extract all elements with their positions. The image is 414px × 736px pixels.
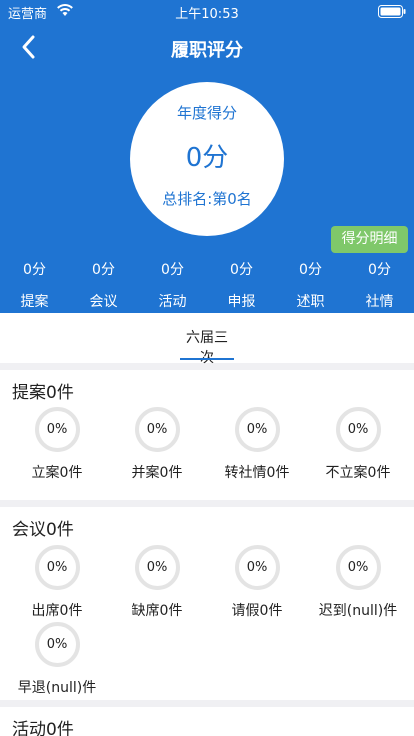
- stat-item[interactable]: 0% 转社情0件: [207, 407, 307, 482]
- percent-ring: 0%: [234, 545, 280, 590]
- percent-ring: 0%: [134, 545, 180, 590]
- category-name: 提案: [20, 294, 49, 310]
- category-score: 0分: [161, 262, 184, 278]
- score-detail-button[interactable]: 得分明细: [331, 226, 408, 253]
- category-name: 会议: [89, 294, 118, 310]
- status-bar: 运营商 上午10:53: [0, 0, 414, 22]
- battery-icon: [378, 5, 406, 18]
- percent-ring: 0%: [34, 545, 80, 590]
- section-proposals: 提案0件 0% 立案0件 0% 并案0件 0% 转社情0件 0% 不立案0件: [0, 370, 414, 500]
- category-name: 述职: [296, 294, 325, 310]
- stat-label: 出席0件: [31, 603, 83, 619]
- tab-active-indicator: [180, 358, 234, 360]
- clock: 上午10:53: [175, 7, 239, 22]
- percent-ring: 0%: [335, 407, 381, 452]
- stat-item[interactable]: 0% 立案0件: [7, 407, 107, 482]
- annual-score-label: 年度得分: [176, 104, 237, 122]
- category-name: 活动: [158, 294, 187, 310]
- category-score: 0分: [23, 262, 46, 278]
- category-score: 0分: [299, 262, 322, 278]
- percent-ring: 0%: [335, 545, 381, 590]
- tab-session[interactable]: 六届三次: [180, 327, 234, 367]
- stat-label: 不立案0件: [325, 465, 391, 481]
- category-score: 0分: [230, 262, 253, 278]
- stat-item[interactable]: 0% 不立案0件: [308, 407, 408, 482]
- percent-ring: 0%: [34, 622, 80, 667]
- category-score: 0分: [92, 262, 115, 278]
- category-name: 申报: [227, 294, 256, 310]
- category-activity[interactable]: 0分 活动: [138, 258, 207, 313]
- session-tab-bar: 六届三次: [0, 313, 414, 366]
- header: 运营商 上午10:53 履职评分 年度得分 0分 总排名:第0名 得分明细 0分…: [0, 0, 414, 313]
- section-title: 提案0件: [12, 383, 74, 403]
- annual-score-value: 0分: [185, 143, 229, 173]
- stat-label: 缺席0件: [131, 603, 183, 619]
- percent-ring: 0%: [134, 407, 180, 452]
- percent-ring: 0%: [34, 407, 80, 452]
- nav-bar: 履职评分: [0, 28, 414, 68]
- category-declaration[interactable]: 0分 申报: [207, 258, 276, 313]
- stat-label: 立案0件: [31, 465, 83, 481]
- category-social[interactable]: 0分 社情: [345, 258, 414, 313]
- stat-item[interactable]: 0% 请假0件: [207, 545, 307, 620]
- page-title: 履职评分: [171, 40, 243, 61]
- section-title: 会议0件: [12, 520, 74, 540]
- overall-rank: 总排名:第0名: [162, 190, 252, 208]
- annual-score-circle: 年度得分 0分 总排名:第0名: [130, 82, 284, 236]
- category-score: 0分: [368, 262, 391, 278]
- category-meeting[interactable]: 0分 会议: [69, 258, 138, 313]
- stat-item[interactable]: 0% 缺席0件: [107, 545, 207, 620]
- category-report[interactable]: 0分 述职: [276, 258, 345, 313]
- stat-label: 迟到(null)件: [318, 603, 398, 619]
- category-proposal[interactable]: 0分 提案: [0, 258, 69, 313]
- section-meetings: 会议0件 0% 出席0件 0% 缺席0件 0% 请假0件 0% 迟到(null)…: [0, 507, 414, 700]
- category-name: 社情: [365, 294, 394, 310]
- stat-item[interactable]: 0% 迟到(null)件: [308, 545, 408, 620]
- stat-item[interactable]: 0% 早退(null)件: [7, 622, 107, 697]
- stat-label: 请假0件: [231, 603, 283, 619]
- stat-item[interactable]: 0% 出席0件: [7, 545, 107, 620]
- section-title: 活动0件: [12, 720, 74, 736]
- stat-label: 并案0件: [131, 465, 183, 481]
- stat-label: 转社情0件: [224, 465, 290, 481]
- stat-item[interactable]: 0% 并案0件: [107, 407, 207, 482]
- stat-label: 早退(null)件: [17, 680, 97, 696]
- section-activities: 活动0件: [0, 707, 414, 736]
- category-scores: 0分 提案 0分 会议 0分 活动 0分 申报 0分 述职 0分 社情: [0, 258, 414, 313]
- percent-ring: 0%: [234, 407, 280, 452]
